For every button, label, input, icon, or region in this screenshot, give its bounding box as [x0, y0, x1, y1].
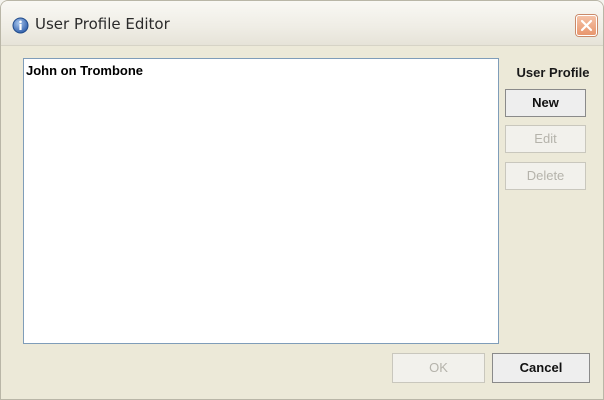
user-profile-editor-window: User Profile Editor John on Trombone Use… [0, 0, 604, 400]
close-icon [580, 19, 593, 32]
title-bar[interactable]: User Profile Editor [1, 1, 603, 46]
close-button[interactable] [576, 15, 597, 36]
profile-list[interactable]: John on Trombone [23, 58, 499, 344]
delete-button[interactable]: Delete [505, 162, 586, 190]
user-profile-heading: User Profile [516, 65, 590, 80]
edit-button[interactable]: Edit [505, 125, 586, 153]
window-title: User Profile Editor [35, 15, 170, 33]
new-button[interactable]: New [505, 89, 586, 117]
ok-button[interactable]: OK [392, 353, 485, 383]
list-item[interactable]: John on Trombone [26, 63, 143, 79]
cancel-button[interactable]: Cancel [492, 353, 590, 383]
info-icon [12, 17, 29, 34]
